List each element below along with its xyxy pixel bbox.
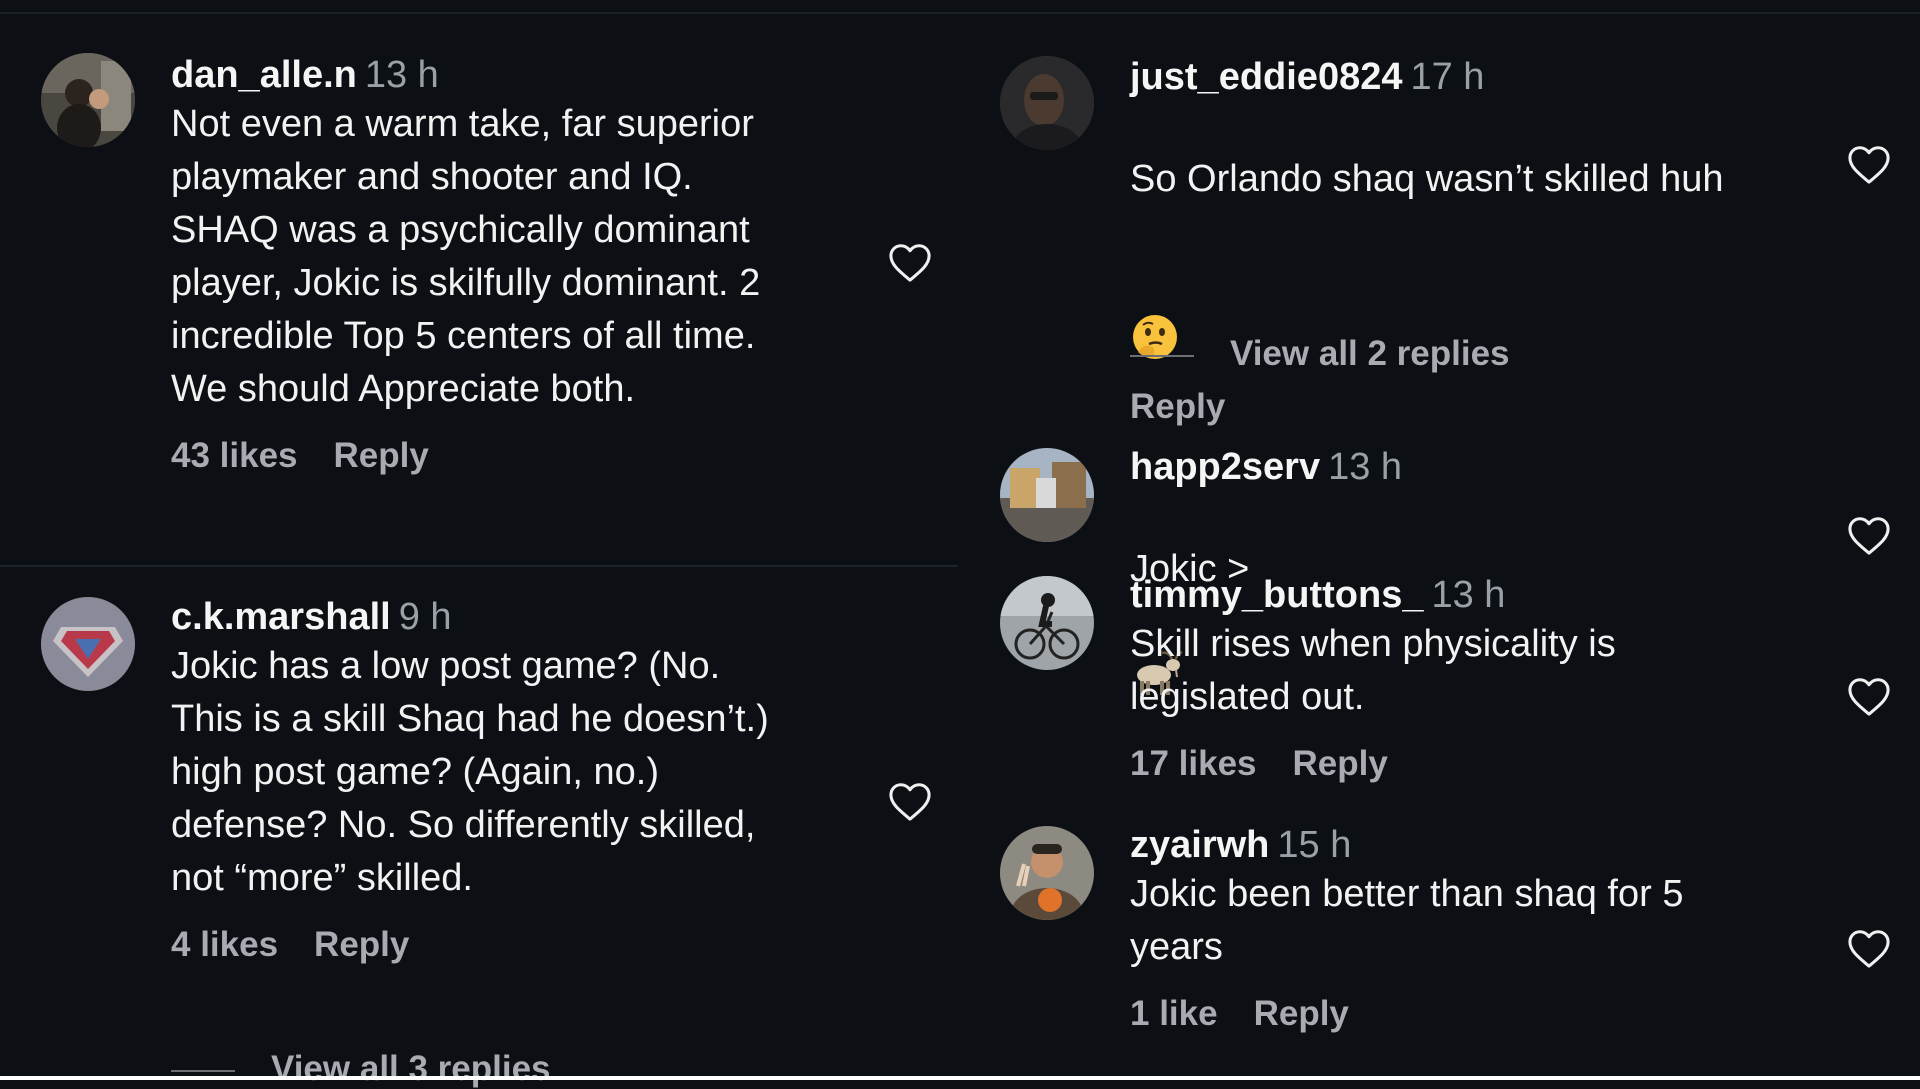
username[interactable]: just_eddie0824 (1130, 56, 1402, 98)
timestamp: 13 h (364, 54, 439, 96)
like-heart-icon[interactable] (1846, 675, 1892, 717)
comment-item: dan_alle.n 13 h Not even a warm take, far… (0, 14, 958, 554)
comment-header: happ2serv 13 h (1130, 444, 1850, 490)
reply-button[interactable]: Reply (334, 436, 429, 476)
comment-header: just_eddie0824 17 h (1130, 54, 1850, 100)
comment-actions: 1 like Reply (1130, 994, 1850, 1034)
comment-text: Not even a warm take, far superior playm… (171, 103, 761, 410)
comment-item: timmy_buttons_ 13 h Skill rises when phys… (960, 564, 1920, 814)
likes-count[interactable]: 17 likes (1130, 744, 1257, 784)
username[interactable]: timmy_buttons_ (1130, 574, 1423, 616)
bottom-edge (0, 1076, 1920, 1080)
reply-button[interactable]: Reply (1254, 994, 1349, 1034)
like-heart-icon[interactable] (887, 780, 933, 822)
comment-header: zyairwh 15 h (1130, 822, 1850, 868)
comment-actions: 4 likes Reply (171, 925, 871, 965)
timestamp: 9 h (398, 596, 452, 638)
replies-line (1130, 354, 1194, 357)
avatar-image (1000, 576, 1094, 670)
comment-item: zyairwh 15 h Jokic been better than shaq … (960, 814, 1920, 1080)
avatar[interactable] (41, 597, 135, 691)
avatar-image (41, 597, 135, 691)
comment-text: Jokic been better than shaq for 5 years (1130, 873, 1684, 968)
comments-panel-right: just_eddie0824 17 h So Orlando shaq wasn’… (960, 14, 1920, 1080)
avatar-image (41, 53, 135, 147)
comment-header: c.k.marshall 9 h (171, 594, 871, 640)
avatar[interactable] (1000, 576, 1094, 670)
comment-text: Jokic has a low post game? (No. This is … (171, 645, 769, 899)
comment-item: c.k.marshall 9 h Jokic has a low post gam… (0, 567, 958, 1088)
reply-button[interactable]: Reply (1293, 744, 1388, 784)
comment-header: dan_alle.n 13 h (171, 52, 851, 98)
likes-count[interactable]: 43 likes (171, 436, 298, 476)
comment-text: Skill rises when physicality is legislat… (1130, 623, 1616, 718)
view-replies-button[interactable]: View all 3 replies (171, 1049, 551, 1089)
timestamp: 13 h (1328, 446, 1403, 488)
timestamp: 17 h (1410, 56, 1485, 98)
likes-count[interactable]: 4 likes (171, 925, 278, 965)
comment-item: just_eddie0824 17 h So Orlando shaq wasn’… (960, 14, 1920, 434)
replies-line (171, 1069, 235, 1072)
avatar[interactable] (41, 53, 135, 147)
timestamp: 13 h (1431, 574, 1506, 616)
comments-panel-left: dan_alle.n 13 h Not even a warm take, far… (0, 14, 958, 1088)
username[interactable]: c.k.marshall (171, 596, 391, 638)
view-replies-label: View all 2 replies (1230, 334, 1510, 373)
comment-header: timmy_buttons_ 13 h (1130, 572, 1850, 618)
like-heart-icon[interactable] (1846, 927, 1892, 969)
comment-text-content: So Orlando shaq wasn’t skilled huh (1130, 158, 1724, 200)
username[interactable]: zyairwh (1130, 824, 1269, 866)
avatar-image (1000, 448, 1094, 542)
username[interactable]: dan_alle.n (171, 54, 357, 96)
avatar-image (1000, 826, 1094, 920)
timestamp: 15 h (1277, 824, 1352, 866)
comment-item: happ2serv 13 h Jokic > (960, 434, 1920, 695)
view-replies-label: View all 3 replies (271, 1049, 551, 1088)
username[interactable]: happ2serv (1130, 446, 1320, 488)
reply-button[interactable]: Reply (1130, 387, 1225, 427)
like-heart-icon[interactable] (887, 241, 933, 283)
comment-actions: 43 likes Reply (171, 436, 851, 476)
avatar-image (1000, 56, 1094, 150)
like-heart-icon[interactable] (1846, 514, 1892, 556)
comment-actions: Reply (1130, 387, 1850, 427)
avatar[interactable] (1000, 826, 1094, 920)
avatar[interactable] (1000, 448, 1094, 542)
like-heart-icon[interactable] (1846, 143, 1892, 185)
avatar[interactable] (1000, 56, 1094, 150)
reply-button[interactable]: Reply (314, 925, 409, 965)
comment-actions: 17 likes Reply (1130, 744, 1850, 784)
likes-count[interactable]: 1 like (1130, 994, 1218, 1034)
view-replies-button[interactable]: View all 2 replies (1130, 334, 1510, 374)
